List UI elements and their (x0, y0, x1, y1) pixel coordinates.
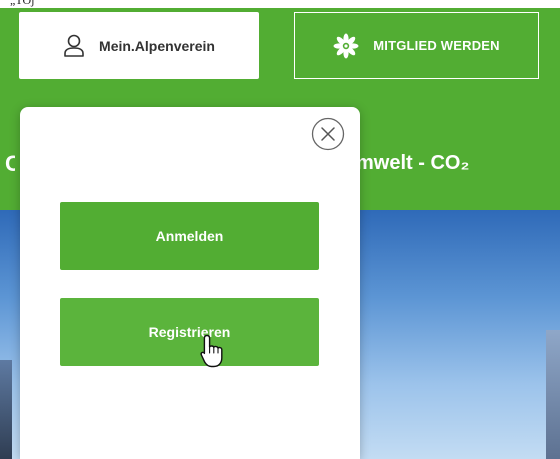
user-icon (64, 34, 84, 57)
hand-pointer-icon (200, 334, 223, 368)
hero-image-edge-right (546, 330, 560, 459)
close-icon[interactable] (311, 117, 345, 151)
mitglied-werden-button[interactable]: MITGLIED WERDEN (294, 12, 539, 79)
mein-alpenverein-button[interactable]: Mein.Alpenverein (19, 12, 259, 79)
nav-text-partial-left: C (5, 151, 15, 176)
edelweiss-icon (333, 33, 359, 58)
nav-text-partial: mwelt - CO₂ (356, 152, 470, 174)
login-button-label: Anmelden (155, 228, 224, 244)
top-strip-text: „TOj (10, 0, 35, 7)
hero-image-edge-left (0, 360, 12, 459)
register-button[interactable]: Registrieren (60, 298, 319, 366)
login-button[interactable]: Anmelden (60, 202, 319, 270)
login-modal: Anmelden Registrieren (20, 107, 360, 459)
mitglied-werden-label: MITGLIED WERDEN (373, 38, 500, 53)
top-strip: „TOj (0, 0, 560, 8)
mein-alpenverein-label: Mein.Alpenverein (99, 37, 215, 54)
